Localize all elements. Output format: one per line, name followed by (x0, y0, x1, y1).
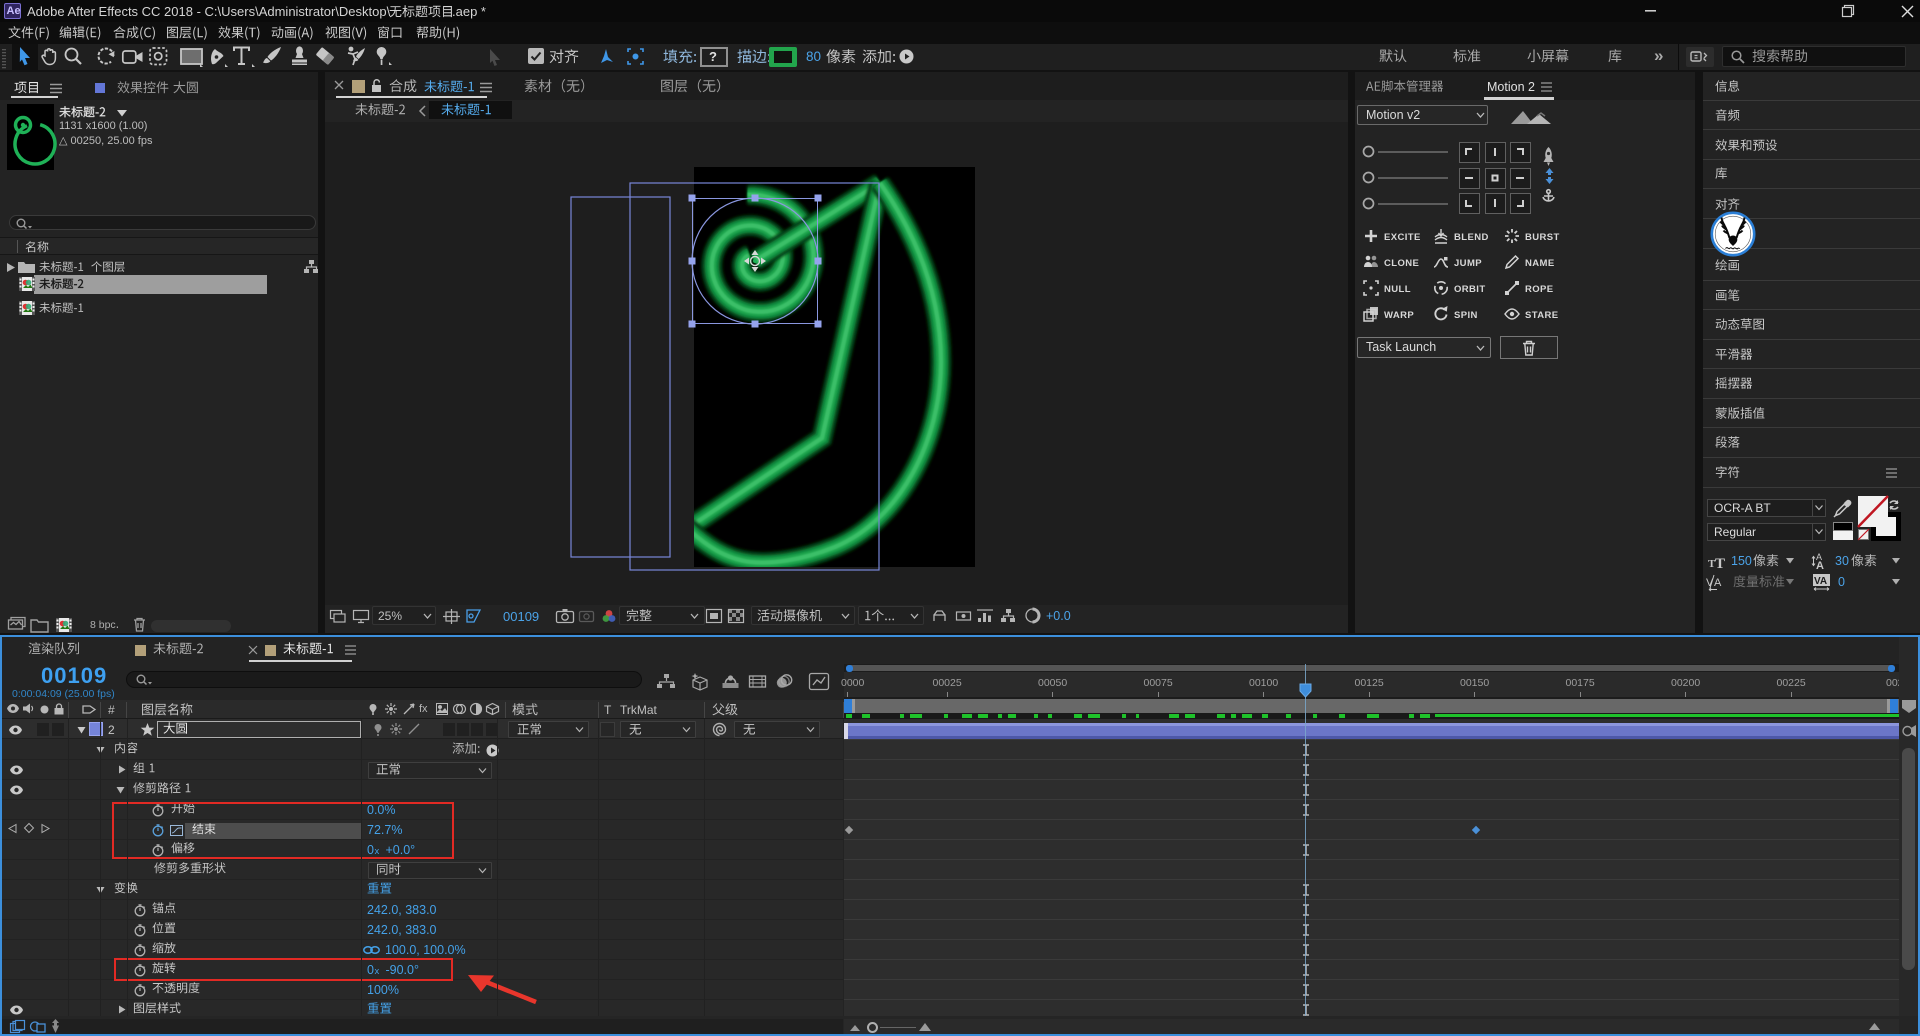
svg-text:A: A (1816, 560, 1824, 572)
svg-text:VA: VA (1814, 576, 1827, 587)
svg-text:T: T (1715, 556, 1725, 572)
svg-text:A: A (1714, 577, 1722, 589)
